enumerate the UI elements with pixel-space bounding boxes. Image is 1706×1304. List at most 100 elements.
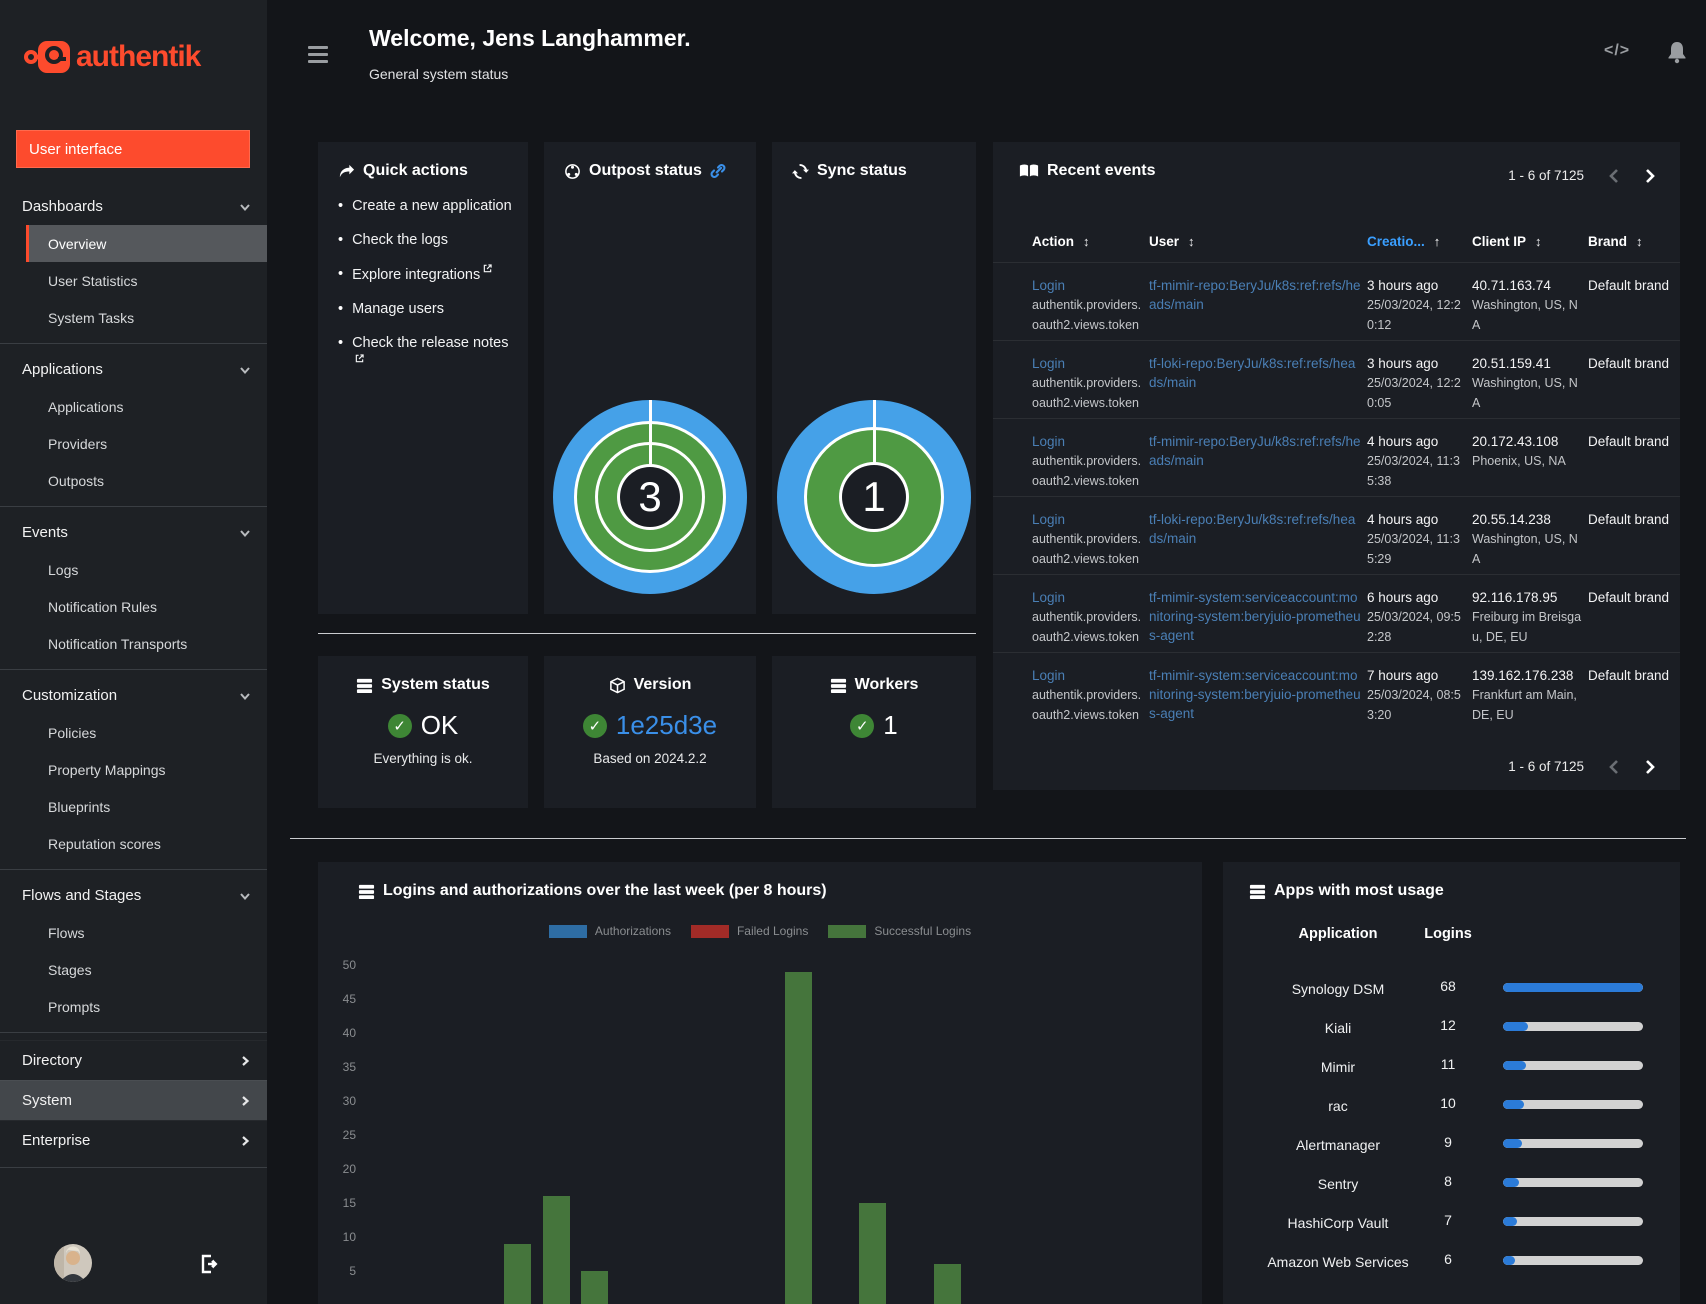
- events-col-client-ip[interactable]: Client IP ↕: [1472, 234, 1542, 249]
- legend-swatch: [548, 924, 587, 938]
- sidebar-item-enterprise[interactable]: Enterprise: [0, 1120, 267, 1160]
- logins-chart-title: Logins and authorizations over the last …: [383, 882, 827, 899]
- app-login-count: 6: [1444, 1251, 1452, 1267]
- notifications-bell-icon[interactable]: [1666, 40, 1688, 64]
- sidebar-item-user-statistics[interactable]: User Statistics: [0, 262, 267, 299]
- menu-toggle-icon[interactable]: [308, 46, 328, 64]
- sidebar-item-directory[interactable]: Directory: [0, 1040, 267, 1080]
- event-brand: Default brand: [1588, 356, 1670, 371]
- app-usage-progressbar: [1503, 1217, 1643, 1226]
- bullet: •: [338, 232, 344, 249]
- event-client-ip: 40.71.163.74: [1472, 278, 1551, 293]
- event-category: authentik.providers.oauth2.views.token: [1032, 454, 1142, 488]
- quick-action-link[interactable]: Check the logs: [352, 230, 448, 251]
- sidebar-item-providers[interactable]: Providers: [0, 425, 267, 462]
- event-brand: Default brand: [1588, 278, 1670, 293]
- version-detail: Based on 2024.2.2: [593, 751, 707, 766]
- legend-swatch: [828, 924, 867, 938]
- app-name: HashiCorp Vault: [1287, 1215, 1389, 1231]
- version-value-link[interactable]: 1e25d3e: [616, 710, 717, 741]
- event-client-ip: 139.162.176.238: [1472, 668, 1574, 683]
- event-row: Login authentik.providers.oauth2.views.to…: [993, 496, 1680, 574]
- api-code-icon[interactable]: </>: [1604, 42, 1630, 60]
- sidebar-item-stages[interactable]: Stages: [0, 951, 267, 988]
- event-user-link[interactable]: tf-mimir-repo:BeryJu/k8s:ref:refs/heads/…: [1149, 276, 1361, 314]
- sidebar-item-notification-transports[interactable]: Notification Transports: [0, 625, 267, 662]
- event-category: authentik.providers.oauth2.views.token: [1032, 298, 1142, 332]
- logins-chart-panel: Logins and authorizations over the last …: [318, 862, 1202, 1304]
- next-page-icon[interactable]: [1644, 759, 1656, 774]
- event-location: Washington, US, NA: [1472, 532, 1578, 566]
- event-action-link[interactable]: Login: [1032, 432, 1144, 451]
- event-action-link[interactable]: Login: [1032, 276, 1144, 295]
- events-pagination-bottom: 1 - 6 of 7125: [1508, 759, 1656, 774]
- sidebar-section-customization[interactable]: Customization: [0, 677, 267, 714]
- sidebar-section-flows-and-stages[interactable]: Flows and Stages: [0, 877, 267, 914]
- sidebar-item-outposts[interactable]: Outposts: [0, 462, 267, 499]
- quick-action-link[interactable]: Explore integrations: [352, 264, 492, 286]
- event-user-link[interactable]: tf-mimir-repo:BeryJu/k8s:ref:refs/heads/…: [1149, 432, 1361, 470]
- sidebar-item-notification-rules[interactable]: Notification Rules: [0, 588, 267, 625]
- sidebar-item-reputation-scores[interactable]: Reputation scores: [0, 825, 267, 862]
- pagination-label: 1 - 6 of 7125: [1508, 759, 1584, 774]
- bar-successful-logins: [542, 1196, 570, 1304]
- sidebar-item-blueprints[interactable]: Blueprints: [0, 788, 267, 825]
- user-interface-button[interactable]: User interface: [16, 130, 250, 168]
- workers-title: Workers: [854, 676, 919, 693]
- sidebar-section-applications[interactable]: Applications: [0, 351, 267, 388]
- y-tick-label: 30: [342, 1094, 356, 1108]
- version-card: Version ✓ 1e25d3e Based on 2024.2.2: [544, 656, 756, 808]
- event-user-link[interactable]: tf-mimir-system:serviceaccount:monitorin…: [1149, 666, 1361, 723]
- legend-label: Authorizations: [594, 924, 671, 938]
- sidebar-item-prompts[interactable]: Prompts: [0, 988, 267, 1025]
- bar-successful-logins: [933, 1264, 961, 1304]
- sync-status-donut: 1: [777, 400, 971, 594]
- section-divider: [318, 633, 976, 634]
- sidebar-item-property-mappings[interactable]: Property Mappings: [0, 751, 267, 788]
- prev-page-icon[interactable]: [1608, 759, 1620, 774]
- events-col-creatio-[interactable]: Creatio... ↑: [1367, 234, 1440, 249]
- y-tick-label: 20: [342, 1162, 356, 1176]
- sidebar-item-policies[interactable]: Policies: [0, 714, 267, 751]
- event-timestamp: 25/03/2024, 12:20:05: [1367, 376, 1461, 410]
- app-login-count: 7: [1444, 1212, 1452, 1228]
- sidebar-section-label: Applications: [22, 361, 103, 378]
- quick-action-link[interactable]: Manage users: [352, 299, 444, 320]
- sidebar-section-events[interactable]: Events: [0, 514, 267, 551]
- sidebar-item-flows[interactable]: Flows: [0, 914, 267, 951]
- event-row: Login authentik.providers.oauth2.views.to…: [993, 574, 1680, 652]
- quick-action-link[interactable]: Create a new application: [352, 196, 512, 217]
- event-user-link[interactable]: tf-loki-repo:BeryJu/k8s:ref:refs/heads/m…: [1149, 354, 1361, 392]
- events-col-user[interactable]: User ↕: [1149, 234, 1195, 249]
- sidebar-item-applications[interactable]: Applications: [0, 388, 267, 425]
- sidebar-item-logs[interactable]: Logs: [0, 551, 267, 588]
- event-action-link[interactable]: Login: [1032, 666, 1144, 685]
- event-user-link[interactable]: tf-mimir-system:serviceaccount:monitorin…: [1149, 588, 1361, 645]
- events-col-action[interactable]: Action ↕: [1032, 234, 1090, 249]
- prev-page-icon[interactable]: [1608, 168, 1620, 183]
- quick-action-item: • Check the logs: [338, 230, 514, 251]
- sidebar-footer: [0, 1244, 267, 1288]
- link-icon[interactable]: [710, 163, 726, 179]
- event-action-link[interactable]: Login: [1032, 354, 1144, 373]
- event-category: authentik.providers.oauth2.views.token: [1032, 532, 1142, 566]
- sidebar-item-overview[interactable]: Overview: [26, 225, 267, 262]
- version-title: Version: [633, 676, 692, 693]
- sidebar-item-system[interactable]: System: [0, 1080, 267, 1120]
- event-location: Frankfurt am Main, DE, EU: [1472, 688, 1577, 722]
- avatar[interactable]: [54, 1244, 92, 1282]
- app-usage-progressbar: [1503, 983, 1643, 992]
- events-col-brand[interactable]: Brand ↕: [1588, 234, 1643, 249]
- app-usage-progressbar: [1503, 1178, 1643, 1187]
- sidebar-item-system-tasks[interactable]: System Tasks: [0, 299, 267, 336]
- sidebar-section-label: System: [22, 1092, 73, 1109]
- next-page-icon[interactable]: [1644, 168, 1656, 183]
- event-action-link[interactable]: Login: [1032, 510, 1144, 529]
- sidebar-section-dashboards[interactable]: Dashboards: [0, 188, 267, 225]
- sign-out-icon[interactable]: [198, 1252, 222, 1276]
- event-user-link[interactable]: tf-loki-repo:BeryJu/k8s:ref:refs/heads/m…: [1149, 510, 1361, 548]
- quick-action-item: • Manage users: [338, 299, 514, 320]
- quick-action-link[interactable]: Check the release notes: [352, 333, 514, 376]
- y-tick-label: 45: [342, 992, 356, 1006]
- event-action-link[interactable]: Login: [1032, 588, 1144, 607]
